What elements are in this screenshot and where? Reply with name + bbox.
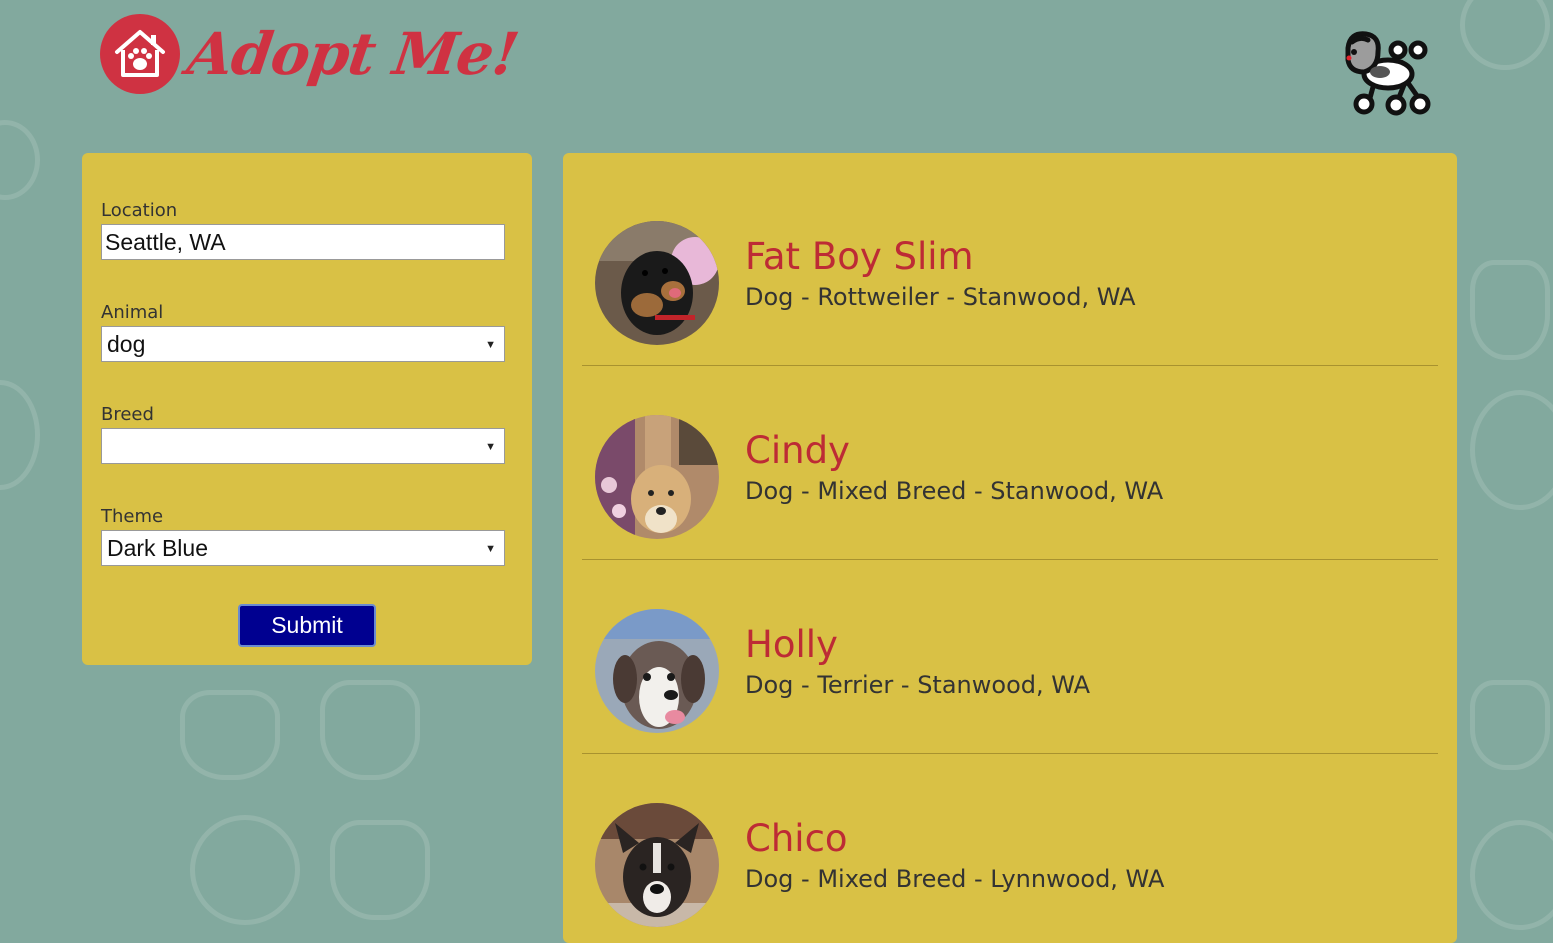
pet-info: Dog - Mixed Breed - Stanwood, WA [745,477,1164,505]
pet-photo [595,415,719,539]
theme-select[interactable]: Dark Blue ▼ [101,530,505,566]
location-input[interactable]: Seattle, WA [101,224,505,260]
submit-button[interactable]: Submit [238,604,376,647]
pet-name: Cindy [745,429,850,472]
animal-value: dog [107,330,146,357]
chevron-down-icon: ▼ [485,339,496,351]
pet-photo [595,221,719,345]
pet-name: Holly [745,623,838,666]
location-value: Seattle, WA [105,228,226,255]
chevron-down-icon: ▼ [485,543,496,555]
house-paw-icon [100,14,180,94]
pet-info: Dog - Terrier - Stanwood, WA [745,671,1091,699]
chevron-down-icon: ▼ [485,441,496,453]
pet-card[interactable]: Fat Boy Slim Dog - Rottweiler - Stanwood… [582,171,1438,366]
pet-photo [595,803,719,927]
pet-card[interactable]: Holly Dog - Terrier - Stanwood, WA [582,559,1438,754]
animal-select[interactable]: dog ▼ [101,326,505,362]
poodle-icon [1345,31,1431,116]
pet-info: Dog - Mixed Breed - Lynnwood, WA [745,865,1165,893]
results-list: Fat Boy Slim Dog - Rottweiler - Stanwood… [563,153,1457,943]
pet-card[interactable]: Chico Dog - Mixed Breed - Lynnwood, WA [582,753,1438,943]
pet-name: Fat Boy Slim [745,235,974,278]
pet-card[interactable]: Cindy Dog - Mixed Breed - Stanwood, WA [582,365,1438,560]
location-label: Location [101,200,178,221]
logo-link[interactable]: Adopt Me! [100,14,522,94]
poodle-link[interactable] [1340,28,1432,116]
breed-select[interactable]: ▼ [101,428,505,464]
animal-label: Animal [101,302,164,323]
theme-label: Theme [101,506,164,527]
search-form: Location Seattle, WA Animal dog ▼ Breed … [82,153,532,665]
pet-name: Chico [745,817,848,860]
pet-photo [595,609,719,733]
breed-label: Breed [101,404,154,425]
theme-value: Dark Blue [107,534,208,561]
logo-text: Adopt Me! [183,20,523,88]
pet-info: Dog - Rottweiler - Stanwood, WA [745,283,1136,311]
